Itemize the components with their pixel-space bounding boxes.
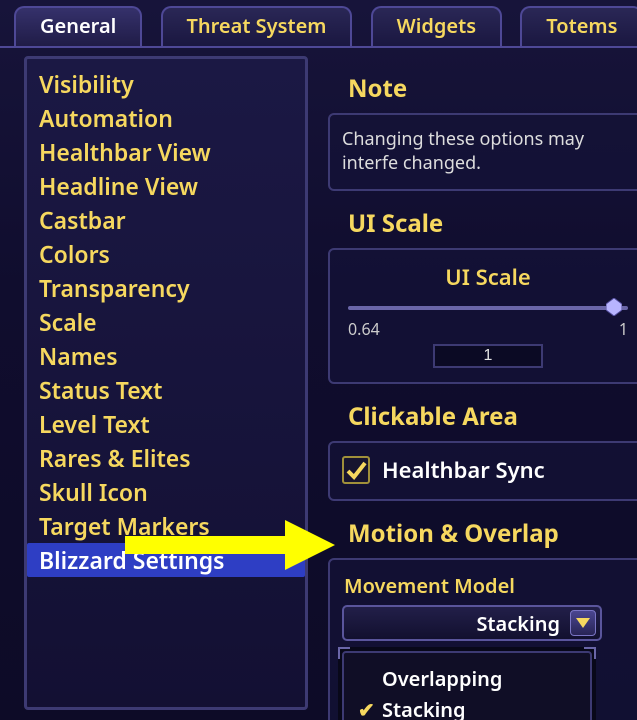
motion-overlap-box: Movement Model Stacking Overlapping ✔ St… [328,558,637,720]
sidebar-item-castbar[interactable]: Castbar [27,203,305,237]
section-heading-ui-scale: UI Scale [348,207,637,240]
ui-scale-slider[interactable] [348,298,628,316]
sidebar: Visibility Automation Healthbar View Hea… [24,56,308,710]
tab-label: Threat System [187,12,327,39]
sidebar-item-headline-view[interactable]: Headline View [27,169,305,203]
tab-label: Widgets [397,12,476,39]
menu-item-label: Stacking [382,696,466,720]
ui-scale-max: 1 [619,318,628,340]
menu-item-check: ✔ [358,700,376,720]
ui-scale-value-input[interactable] [433,344,543,368]
tab-threat-system[interactable]: Threat System [161,6,353,46]
sidebar-item-names[interactable]: Names [27,339,305,373]
ui-scale-min: 0.64 [348,318,380,340]
section-heading-note: Note [348,72,637,105]
movement-model-dropdown[interactable]: Stacking [342,605,602,641]
section-heading-motion-overlap: Motion & Overlap [348,517,637,550]
ui-scale-slider-label: UI Scale [342,262,634,292]
content-pane: Note Changing these options may interfe … [320,56,637,720]
movement-model-menu: Overlapping ✔ Stacking [342,651,592,720]
tab-widgets[interactable]: Widgets [371,6,502,46]
sidebar-item-transparency[interactable]: Transparency [27,271,305,305]
menu-item-label: Overlapping [382,665,502,692]
dropdown-toggle-button[interactable] [570,610,596,636]
sidebar-item-automation[interactable]: Automation [27,101,305,135]
tab-label: General [40,12,116,39]
tab-underline [0,46,637,48]
sidebar-item-skull-icon[interactable]: Skull Icon [27,475,305,509]
sidebar-item-rares-elites[interactable]: Rares & Elites [27,441,305,475]
sidebar-item-blizzard-settings[interactable]: Blizzard Settings [27,543,305,577]
check-icon [345,459,367,481]
sidebar-item-level-text[interactable]: Level Text [27,407,305,441]
clickable-area-box: Healthbar Sync [328,441,637,501]
sidebar-item-scale[interactable]: Scale [27,305,305,339]
slider-track [348,306,628,310]
section-heading-clickable-area: Clickable Area [348,400,637,433]
healthbar-sync-label: Healthbar Sync [382,455,545,485]
menu-item-stacking[interactable]: ✔ Stacking [352,694,582,720]
slider-thumb[interactable] [606,298,622,316]
note-text: Changing these options may interfe chang… [342,127,634,175]
menu-item-overlapping[interactable]: Overlapping [352,663,582,694]
movement-model-selected: Stacking [356,610,570,637]
chevron-down-icon [576,618,590,628]
movement-model-label: Movement Model [344,572,634,599]
tab-bar: General Threat System Widgets Totems Cus… [14,6,637,48]
sidebar-item-target-markers[interactable]: Target Markers [27,509,305,543]
tab-label: Totems [546,12,617,39]
sidebar-item-healthbar-view[interactable]: Healthbar View [27,135,305,169]
ui-scale-box: UI Scale 0.64 1 [328,248,637,384]
tab-general[interactable]: General [14,6,142,46]
note-box: Changing these options may interfe chang… [328,113,637,191]
sidebar-item-colors[interactable]: Colors [27,237,305,271]
sidebar-item-visibility[interactable]: Visibility [27,67,305,101]
healthbar-sync-checkbox[interactable] [342,456,370,484]
tab-totems[interactable]: Totems [520,6,637,46]
sidebar-item-status-text[interactable]: Status Text [27,373,305,407]
